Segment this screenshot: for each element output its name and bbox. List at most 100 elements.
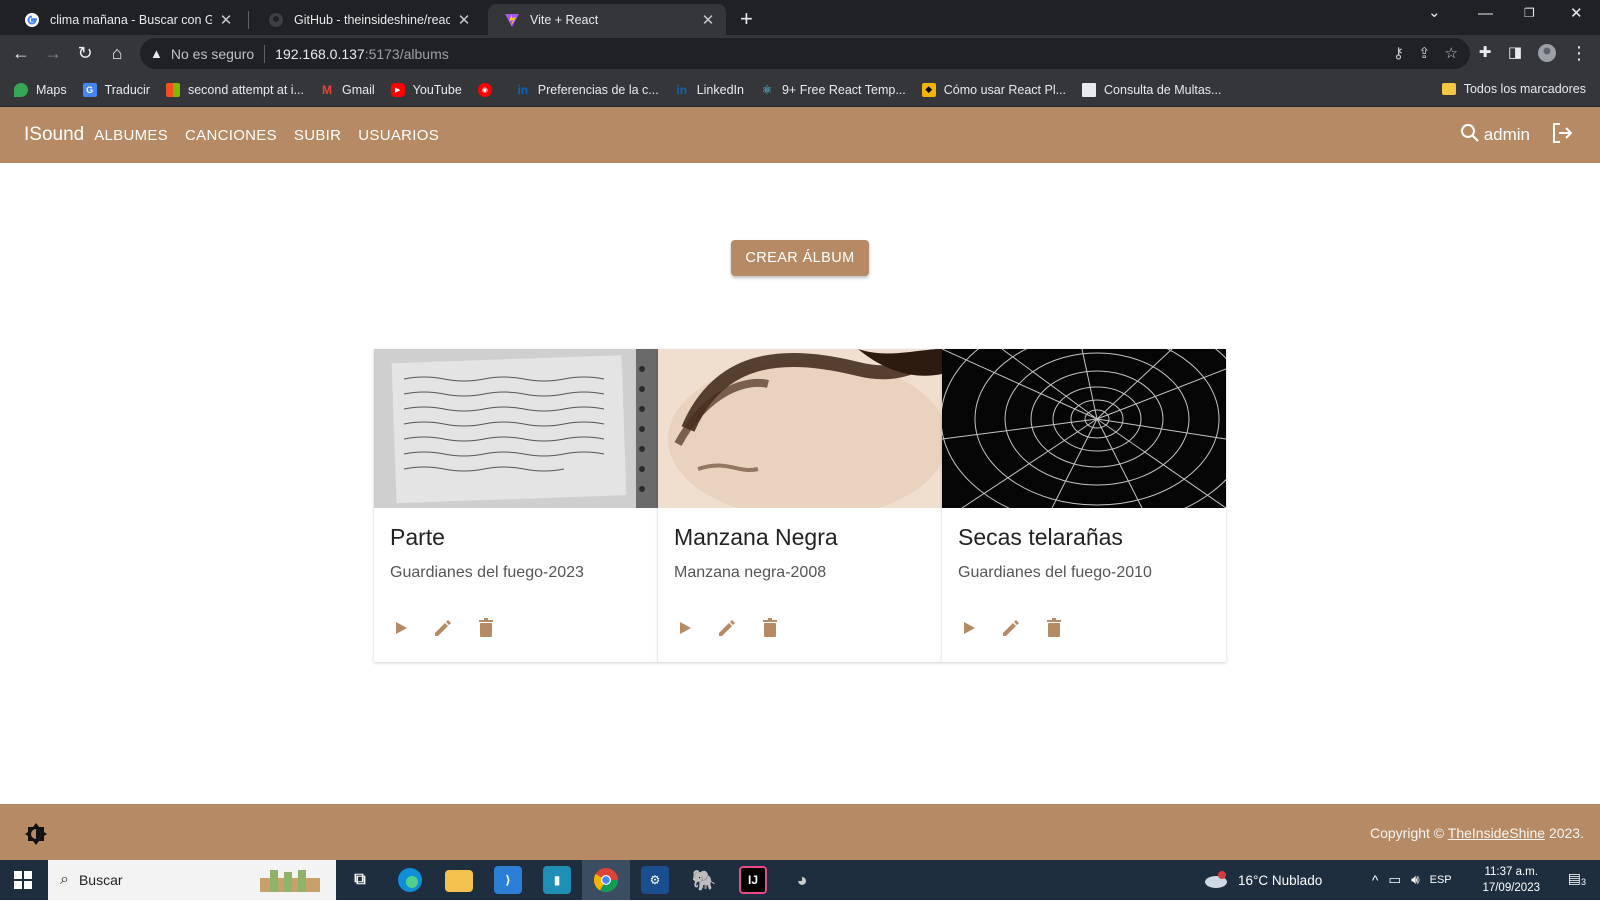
back-icon[interactable]: ← (10, 43, 32, 64)
chevron-up-icon[interactable]: ^ (1372, 873, 1378, 888)
restore-icon[interactable]: ❐ (1524, 6, 1535, 20)
edit-icon[interactable] (1000, 617, 1022, 644)
close-tab-icon[interactable]: ✕ (700, 11, 716, 29)
play-icon[interactable] (960, 619, 978, 642)
search-icon[interactable] (1460, 123, 1480, 148)
clock[interactable]: 11:37 a.m. 17/09/2023 (1482, 864, 1540, 896)
bookmark-react-pl[interactable]: ◆ Cómo usar React Pl... (921, 82, 1067, 97)
chrome-icon[interactable] (592, 866, 620, 894)
extensions-icon[interactable]: ✚ (1474, 43, 1496, 61)
mysql-workbench-icon[interactable]: ⚙ (641, 866, 669, 894)
key-icon[interactable]: ⚷ (1393, 44, 1404, 62)
maps-icon (14, 82, 28, 97)
nav-albumes[interactable]: ALBUMES (94, 127, 168, 144)
address-bar[interactable]: ▲ No es seguro 192.168.0.137 :5173/album… (140, 38, 1470, 69)
copyright-link[interactable]: TheInsideShine (1448, 825, 1545, 841)
bookmark-label: Consulta de Multas... (1104, 82, 1222, 97)
bookmark-youtube[interactable]: ▶ YouTube (390, 82, 462, 97)
album-card: Secas telarañas Guardianes del fuego-201… (942, 349, 1226, 662)
bookmarks-bar: Maps G Traducir second attempt at i... MG… (0, 73, 1600, 107)
bookmark-gmail[interactable]: M Gmail (320, 83, 375, 97)
bookmark-label: second attempt at i... (187, 82, 305, 97)
forward-icon[interactable]: → (42, 43, 64, 64)
omnibox-actions: ⚷ ⇪ ☆ (1393, 44, 1458, 62)
security-label[interactable]: No es seguro (171, 46, 254, 62)
bookmark-label: Cómo usar React Pl... (943, 82, 1067, 97)
album-grid: Parte Guardianes del fuego-2023 Manzana … (374, 349, 1226, 662)
bookmark-translate[interactable]: G Traducir (82, 82, 150, 97)
menu-kebab-icon[interactable]: ⋮ (1568, 43, 1590, 64)
logout-icon[interactable] (1550, 121, 1574, 150)
browser-tab[interactable]: GitHub - theinsideshine/react-ins ✕ (252, 4, 482, 35)
volume-icon[interactable]: 🔊︎ (1411, 872, 1420, 888)
gimp-icon[interactable]: ◕ (788, 866, 816, 894)
postgresql-icon[interactable]: 🐘 (690, 866, 718, 894)
linkedin-icon: in (676, 82, 688, 97)
app-icon[interactable]: ▮ (543, 866, 571, 894)
home-icon[interactable]: ⌂ (106, 43, 128, 64)
cloud-icon (1205, 871, 1227, 888)
bookmark-youtube-music[interactable]: ◉ (477, 82, 500, 97)
play-icon[interactable] (676, 619, 694, 642)
album-card: Parte Guardianes del fuego-2023 (374, 349, 658, 662)
share-icon[interactable]: ⇪ (1418, 44, 1431, 62)
appbar-actions: admin (1460, 107, 1574, 163)
bookmark-linkedin[interactable]: in LinkedIn (675, 83, 744, 97)
edit-icon[interactable] (716, 617, 738, 644)
windows-start-icon[interactable] (14, 871, 32, 894)
taskbar-search[interactable]: ⌕ Buscar (48, 860, 336, 900)
weather-widget[interactable]: 16°C Nublado (1204, 860, 1322, 900)
bookmark-maps[interactable]: Maps (14, 82, 67, 97)
nav-usuarios[interactable]: USUARIOS (358, 127, 439, 144)
album-card: Manzana Negra Manzana negra-2008 (658, 349, 942, 662)
new-tab-icon[interactable]: + (740, 6, 753, 32)
bookmark-preferencias[interactable]: in Preferencias de la c... (516, 82, 658, 97)
star-icon[interactable]: ☆ (1445, 44, 1458, 62)
vscode-icon[interactable]: ⟩ (494, 866, 522, 894)
bookmark-react-templates[interactable]: ⚛ 9+ Free React Temp... (760, 83, 906, 97)
intellij-icon[interactable]: IJ (739, 866, 767, 894)
nav-canciones[interactable]: CANCIONES (185, 127, 277, 144)
bookmark-multas[interactable]: Consulta de Multas... (1082, 82, 1222, 97)
browser-tab[interactable]: clima mañana - Buscar con Goog ✕ (8, 4, 244, 35)
close-tab-icon[interactable]: ✕ (456, 11, 472, 29)
all-bookmarks[interactable]: Todos los marcadores (1441, 82, 1586, 96)
nav-subir[interactable]: SUBIR (294, 127, 341, 144)
play-icon[interactable] (392, 619, 410, 642)
browser-tab-active[interactable]: Vite + React ✕ (488, 4, 726, 35)
username[interactable]: admin (1484, 125, 1530, 145)
edit-icon[interactable] (432, 617, 454, 644)
delete-icon[interactable] (1044, 617, 1064, 644)
edge-icon[interactable] (396, 866, 424, 894)
language-indicator[interactable]: ESP (1430, 874, 1452, 886)
bookmark-second-attempt[interactable]: second attempt at i... (165, 82, 305, 97)
minimize-icon[interactable]: — (1478, 5, 1493, 22)
delete-icon[interactable] (476, 617, 496, 644)
brand-logo[interactable]: ISound (24, 124, 84, 146)
reload-icon[interactable]: ↻ (74, 43, 96, 64)
task-view-icon[interactable]: ⧉ (346, 866, 374, 894)
profile-avatar-icon[interactable] (1536, 43, 1558, 68)
browser-tab-strip: clima mañana - Buscar con Goog ✕ GitHub … (0, 0, 1600, 35)
close-tab-icon[interactable]: ✕ (218, 11, 234, 29)
network-icon[interactable]: ▭ (1388, 872, 1401, 888)
file-explorer-icon[interactable] (445, 870, 473, 892)
doc-icon (1082, 82, 1097, 97)
side-panel-icon[interactable]: ◨ (1504, 43, 1526, 61)
warning-icon[interactable]: ▲ (150, 46, 163, 61)
tab-search-chevron-icon[interactable]: ⌄ (1428, 3, 1441, 21)
delete-icon[interactable] (760, 617, 780, 644)
url-host[interactable]: 192.168.0.137 (275, 46, 365, 62)
theme-toggle-icon[interactable] (24, 822, 48, 851)
tab-separator (248, 11, 249, 29)
url-path[interactable]: :5173/albums (365, 46, 449, 62)
google-icon (24, 12, 40, 28)
linkedin-icon: in (517, 82, 529, 97)
windows-taskbar: ⌕ Buscar ⧉ ⟩ ▮ ⚙ 🐘 IJ ◕ 16°C Nublado ^ ▭… (0, 860, 1600, 900)
close-window-icon[interactable]: ✕ (1570, 4, 1583, 22)
app-bar: ISound ALBUMES CANCIONES SUBIR USUARIOS … (0, 107, 1600, 163)
divider (264, 44, 266, 63)
notifications-icon[interactable]: ▤3 (1568, 870, 1586, 887)
taskbar-search-text: Buscar (78, 872, 123, 888)
create-album-button[interactable]: CREAR ÁLBUM (731, 240, 869, 276)
